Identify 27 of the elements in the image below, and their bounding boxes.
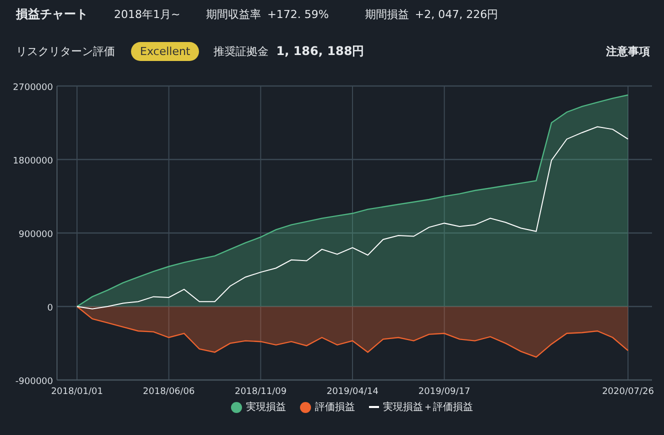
axis-label: 2018/01/01 [51, 387, 103, 396]
axis-label: 0 [47, 304, 53, 314]
period-label: 2018年1月~ [114, 6, 180, 22]
stat-label: 期間損益 [364, 6, 409, 22]
axis-label: 2018/06/06 [142, 387, 195, 396]
stat-value: +2, 047, 226円 [414, 6, 498, 22]
legend-label: 実現損益＋評価損益 [383, 400, 473, 414]
margin-label: 推奨証拠金 [213, 44, 268, 58]
stat-value: +172. 59% [267, 8, 329, 20]
notice-link[interactable]: 注意事項 [606, 44, 650, 58]
rating-badge: Excellent [131, 42, 200, 60]
legend-dot-icon [300, 402, 311, 412]
axis-label: 900000 [18, 230, 53, 240]
axis-label: 2018/11/09 [234, 387, 287, 396]
axis-label: 2019/09/17 [418, 387, 470, 396]
margin-value: 1, 186, 188円 [276, 42, 364, 60]
chart-title: 損益チャート [16, 6, 88, 22]
rating-label: リスクリターン評価 [16, 44, 115, 58]
axis-label: 2700000 [12, 83, 53, 93]
axis-label: 2019/04/14 [326, 387, 378, 396]
axis-label: 2020/07/26 [602, 387, 654, 396]
legend-label: 評価損益 [315, 400, 355, 414]
legend-label: 実現損益 [246, 400, 286, 414]
stat-label: 期間収益率 [206, 6, 262, 22]
axis-label: -900000 [15, 377, 53, 387]
axis-label: 1800000 [12, 156, 53, 166]
legend-dot-icon [231, 402, 242, 412]
